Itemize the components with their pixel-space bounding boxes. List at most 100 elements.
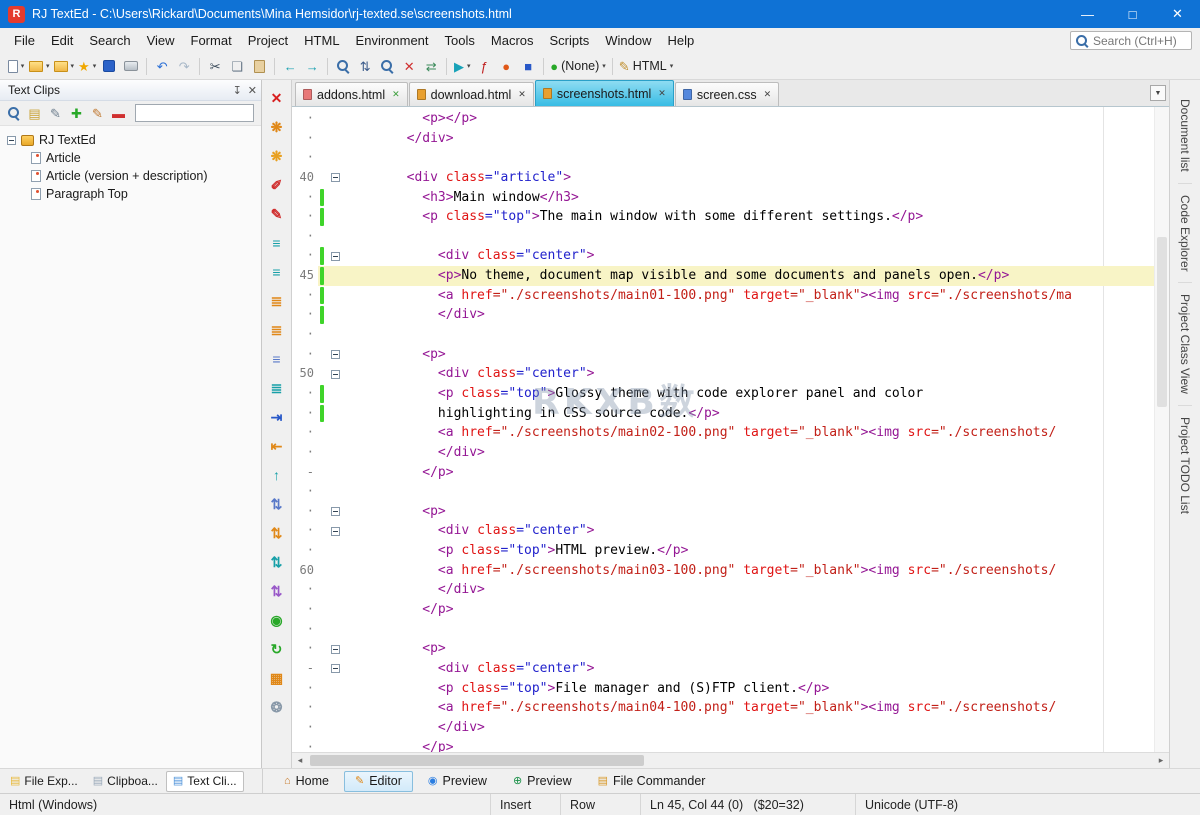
tab-list-button[interactable]: ▼: [1150, 85, 1166, 101]
fold-icon[interactable]: [331, 527, 340, 536]
code-line[interactable]: · </p>: [292, 738, 1169, 753]
replace-button[interactable]: ⇄: [420, 55, 442, 77]
paste-button[interactable]: [248, 55, 270, 77]
code-line[interactable]: · <p class="top">The main window with so…: [292, 207, 1169, 227]
menu-file[interactable]: File: [6, 30, 43, 51]
tools-settings-button[interactable]: ❂: [265, 692, 289, 721]
expander-icon[interactable]: [7, 136, 16, 145]
code-line[interactable]: · <p class="top">File manager and (S)FTP…: [292, 679, 1169, 699]
tab-close-icon[interactable]: ✕: [392, 89, 400, 100]
code-line[interactable]: · <h3>Main window</h3>: [292, 188, 1169, 208]
clip-edit-button[interactable]: ✎: [46, 104, 65, 123]
sort-az-button[interactable]: ⇅: [265, 489, 289, 518]
favorites-button[interactable]: ★▾: [76, 55, 98, 77]
view-tab-preview[interactable]: ⊕Preview: [502, 771, 583, 792]
new-file-button[interactable]: ▾: [5, 55, 27, 77]
scroll-right-icon[interactable]: ▸: [1153, 755, 1169, 766]
find-in-files-button[interactable]: [376, 55, 398, 77]
menu-search-box[interactable]: Search (Ctrl+H): [1070, 31, 1192, 50]
tab-download-html[interactable]: download.html✕: [409, 82, 534, 106]
clip-modify-button[interactable]: ✎: [88, 104, 107, 123]
fold-icon[interactable]: [331, 173, 340, 182]
vertical-scroll-thumb[interactable]: [1157, 237, 1167, 407]
code-line[interactable]: ·: [292, 620, 1169, 640]
code-line[interactable]: 60 <a href="./screenshots/main03-100.png…: [292, 561, 1169, 581]
highlighter-button[interactable]: ●(None)▾: [548, 55, 608, 77]
format-doc-button[interactable]: ❋: [265, 112, 289, 141]
menu-edit[interactable]: Edit: [43, 30, 81, 51]
menu-project[interactable]: Project: [240, 30, 296, 51]
back-button[interactable]: ←: [279, 55, 301, 77]
validate-button[interactable]: ◉: [265, 605, 289, 634]
run-button[interactable]: ▶▾: [451, 55, 473, 77]
code-line[interactable]: · <p></p>: [292, 109, 1169, 129]
code-line[interactable]: · </div>: [292, 718, 1169, 738]
code-line[interactable]: · <a href="./screenshots/main04-100.png"…: [292, 698, 1169, 718]
move-up-button[interactable]: ↑: [265, 460, 289, 489]
code-line[interactable]: · </div>: [292, 580, 1169, 600]
clip-add-button[interactable]: ✚: [67, 104, 86, 123]
view-tab-home[interactable]: ⌂Home: [273, 771, 340, 792]
panel-tab-text-cli-[interactable]: ▤Text Cli...: [166, 771, 244, 792]
side-tab-project-todo-list[interactable]: Project TODO List: [1178, 405, 1192, 525]
fold-icon[interactable]: [331, 350, 340, 359]
close-sidebar-button[interactable]: ✕: [265, 83, 289, 112]
tab-screen-css[interactable]: screen.css✕: [675, 82, 779, 106]
macro-button[interactable]: ƒ: [473, 55, 495, 77]
align-left-button[interactable]: ≡: [265, 344, 289, 373]
menu-search[interactable]: Search: [81, 30, 138, 51]
scroll-left-icon[interactable]: ◂: [292, 755, 308, 766]
sort-lines-button[interactable]: ⇅: [354, 55, 376, 77]
side-tab-project-class-view[interactable]: Project Class View: [1178, 282, 1192, 405]
indent-button[interactable]: ⇥: [265, 402, 289, 431]
format-selection-button[interactable]: ❋: [265, 141, 289, 170]
tab-close-icon[interactable]: ✕: [658, 88, 666, 99]
close-file-button[interactable]: ✕: [398, 55, 420, 77]
editor[interactable]: · <p></p>· </div>·40 <div class="article…: [292, 107, 1169, 752]
save-button[interactable]: [98, 55, 120, 77]
code-line[interactable]: ·: [292, 148, 1169, 168]
scroll-thumb[interactable]: [310, 755, 644, 766]
menu-scripts[interactable]: Scripts: [542, 30, 598, 51]
code-line[interactable]: · <a href="./screenshots/main02-100.png"…: [292, 423, 1169, 443]
code-area[interactable]: · <p></p>· </div>·40 <div class="article…: [292, 107, 1169, 752]
code-line[interactable]: · </p>: [292, 600, 1169, 620]
palette-button[interactable]: ▦: [265, 663, 289, 692]
print-button[interactable]: [120, 55, 142, 77]
fold-icon[interactable]: [331, 507, 340, 516]
tree-item[interactable]: Article (version + description): [7, 167, 261, 185]
undo-button[interactable]: ↶: [151, 55, 173, 77]
status-insert-mode[interactable]: Insert: [490, 794, 560, 815]
tree-item[interactable]: Article: [7, 149, 261, 167]
cut-button[interactable]: ✂: [204, 55, 226, 77]
code-line[interactable]: · <a href="./screenshots/main01-100.png"…: [292, 286, 1169, 306]
tree-item[interactable]: Paragraph Top: [7, 185, 261, 203]
vertical-scrollbar[interactable]: [1154, 107, 1169, 752]
code-line[interactable]: 40 <div class="article">: [292, 168, 1169, 188]
outdent-button[interactable]: ⇤: [265, 431, 289, 460]
fold-icon[interactable]: [331, 252, 340, 261]
code-line[interactable]: · <p>: [292, 639, 1169, 659]
fold-icon[interactable]: [331, 370, 340, 379]
code-line[interactable]: · </div>: [292, 443, 1169, 463]
clip-remove-button[interactable]: ▬: [109, 104, 128, 123]
tab-close-icon[interactable]: ✕: [764, 89, 772, 100]
status-row-mode[interactable]: Row: [560, 794, 640, 815]
clip-search-input[interactable]: [135, 104, 254, 122]
sort-asc-button[interactable]: ⇅: [265, 547, 289, 576]
status-syntax[interactable]: Html (Windows): [0, 794, 490, 815]
menu-macros[interactable]: Macros: [483, 30, 542, 51]
panel-tab-file-exp-[interactable]: ▤File Exp...: [3, 771, 85, 792]
ordered-list-alt-button[interactable]: ≣: [265, 315, 289, 344]
clip-search-button[interactable]: [4, 104, 23, 123]
code-line[interactable]: - <div class="center">: [292, 659, 1169, 679]
code-line[interactable]: · <div class="center">: [292, 246, 1169, 266]
stop-button[interactable]: ■: [517, 55, 539, 77]
code-line[interactable]: ·: [292, 482, 1169, 502]
scroll-track[interactable]: [308, 753, 1153, 768]
code-line[interactable]: · <div class="center">: [292, 521, 1169, 541]
minimize-button[interactable]: —: [1065, 0, 1110, 28]
open-file-button[interactable]: ▾: [27, 55, 52, 77]
view-tab-editor[interactable]: ✎Editor: [344, 771, 413, 792]
redo-button[interactable]: ↷: [173, 55, 195, 77]
